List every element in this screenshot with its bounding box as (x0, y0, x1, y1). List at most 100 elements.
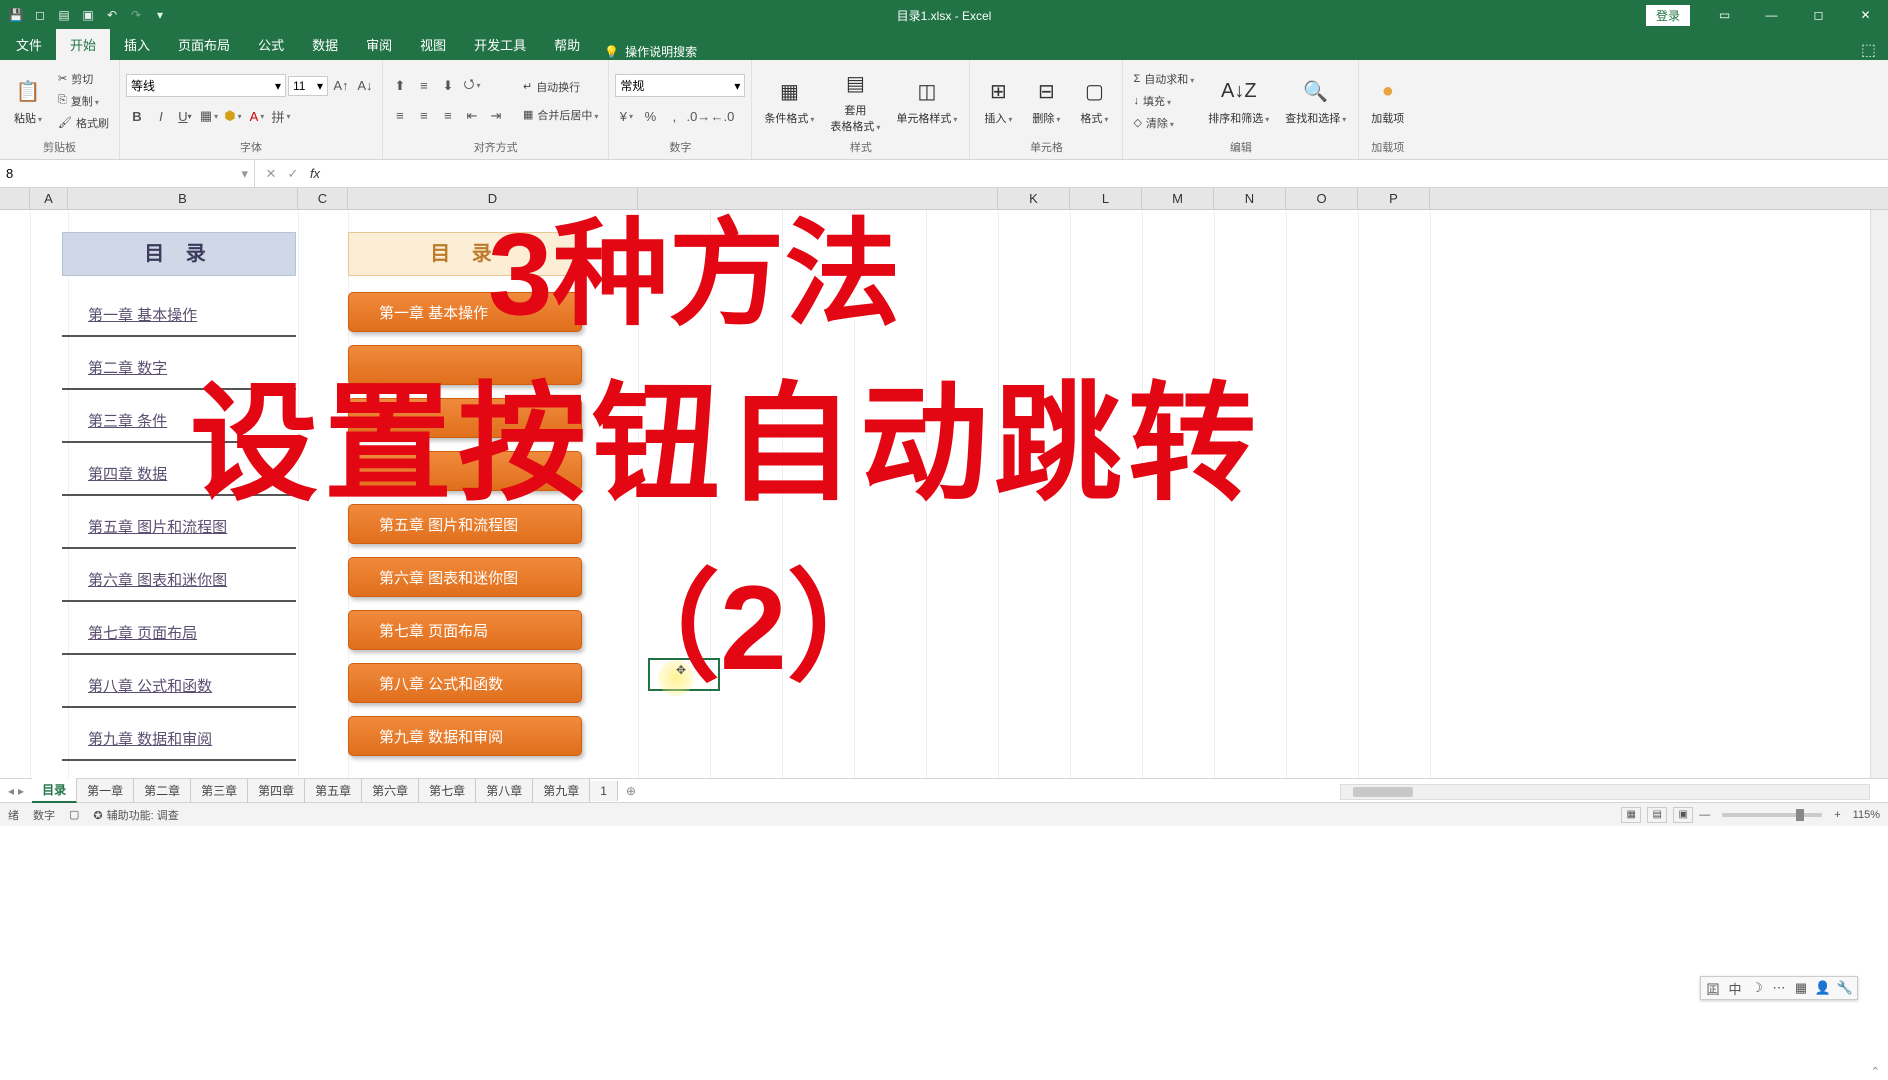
status-macro-icon[interactable]: ▢ (69, 808, 79, 821)
tab-review[interactable]: 审阅 (352, 29, 406, 60)
tab-view[interactable]: 视图 (406, 29, 460, 60)
view-pagelayout-icon[interactable]: ▤ (1647, 807, 1667, 823)
shrink-font-icon[interactable]: A↓ (354, 75, 376, 97)
cancel-icon[interactable]: ✕ (261, 166, 281, 182)
sheet-nav[interactable]: ◂▸ (0, 784, 32, 798)
comma-icon[interactable]: , (663, 105, 685, 127)
tab-insert[interactable]: 插入 (110, 29, 164, 60)
format-cell-button[interactable]: ▢格式 (1072, 74, 1116, 128)
zoom-slider[interactable] (1722, 813, 1822, 817)
qat-dropdown-icon[interactable]: ▾ (152, 7, 168, 23)
shape-ch4[interactable] (348, 451, 582, 491)
name-box[interactable]: 8▾ (0, 160, 255, 187)
indent-inc-icon[interactable]: ⇥ (485, 105, 507, 127)
ft-icon-2[interactable]: ☽ (1749, 980, 1765, 996)
sheet-tab-4[interactable]: 第四章 (248, 779, 305, 802)
shape-ch1[interactable]: 第一章 基本操作 (348, 292, 582, 332)
shape-ch5[interactable]: 第五章 图片和流程图 (348, 504, 582, 544)
link-ch7[interactable]: 第七章 页面布局 (62, 616, 296, 655)
col-B[interactable]: B (68, 188, 298, 209)
redo-icon[interactable]: ↷ (128, 7, 144, 23)
tell-me-search[interactable]: 💡 操作说明搜索 (604, 43, 697, 60)
col-L[interactable]: L (1070, 188, 1142, 209)
link-ch1[interactable]: 第一章 基本操作 (62, 298, 296, 337)
col-N[interactable]: N (1214, 188, 1286, 209)
sheet-tab-2[interactable]: 第二章 (134, 779, 191, 802)
tab-layout[interactable]: 页面布局 (164, 29, 244, 60)
zoom-level[interactable]: 115% (1853, 809, 1880, 821)
fill-color-icon[interactable]: ⬢ (222, 105, 244, 127)
zoom-out-icon[interactable]: — (1699, 809, 1710, 821)
number-format-combo[interactable]: 常规▾ (615, 74, 745, 97)
ft-icon-4[interactable]: ▦ (1793, 980, 1809, 996)
vertical-scrollbar[interactable] (1870, 210, 1888, 778)
undo-icon[interactable]: ↶ (104, 7, 120, 23)
fx-icon[interactable]: fx (305, 166, 325, 181)
view-pagebreak-icon[interactable]: ▣ (1673, 807, 1693, 823)
fill-button[interactable]: ↓填充 (1129, 91, 1198, 111)
close-icon[interactable]: ✕ (1843, 0, 1888, 30)
autosum-button[interactable]: Σ自动求和 (1129, 69, 1198, 89)
select-all-corner[interactable] (0, 188, 30, 209)
collapse-ribbon-icon[interactable]: ⌃ (1871, 1065, 1880, 1078)
font-combo[interactable]: 等线▾ (126, 74, 286, 97)
cut-button[interactable]: ✂剪切 (54, 69, 113, 89)
align-right-icon[interactable]: ≡ (437, 105, 459, 127)
border-icon[interactable]: ▦ (198, 105, 220, 127)
shape-ch8[interactable]: 第八章 公式和函数 (348, 663, 582, 703)
italic-icon[interactable]: I (150, 105, 172, 127)
ft-icon-3[interactable]: ⋯ (1771, 980, 1787, 996)
col-gap[interactable] (638, 188, 998, 209)
col-D[interactable]: D (348, 188, 638, 209)
shape-ch3[interactable] (348, 398, 582, 438)
bold-icon[interactable]: B (126, 105, 148, 127)
cell-style-button[interactable]: ◫单元格样式 (890, 74, 963, 128)
currency-icon[interactable]: ¥ (615, 105, 637, 127)
grid-body[interactable]: 目 录 第一章 基本操作 第二章 数字 第三章 条件 第四章 数据 第五章 图片… (0, 210, 1888, 778)
minimize-icon[interactable]: — (1749, 0, 1794, 30)
underline-icon[interactable]: U▾ (174, 105, 196, 127)
col-K[interactable]: K (998, 188, 1070, 209)
copy-button[interactable]: ⎘复制 (54, 91, 113, 111)
clear-button[interactable]: ◇清除 (1129, 113, 1198, 133)
shape-ch2[interactable] (348, 345, 582, 385)
sheet-tab-extra[interactable]: 1 (590, 781, 618, 801)
font-color-icon[interactable]: A (246, 105, 268, 127)
shape-ch9[interactable]: 第九章 数据和审阅 (348, 716, 582, 756)
cond-format-button[interactable]: ▦条件格式 (758, 74, 820, 128)
tab-data[interactable]: 数据 (298, 29, 352, 60)
new-file-icon[interactable]: ◻ (32, 7, 48, 23)
sheet-tab-1[interactable]: 第一章 (77, 779, 134, 802)
save-icon[interactable]: 💾 (8, 7, 24, 23)
col-M[interactable]: M (1142, 188, 1214, 209)
view-normal-icon[interactable]: ▦ (1621, 807, 1641, 823)
status-access[interactable]: ✪辅助功能: 调查 (93, 807, 178, 823)
align-bot-icon[interactable]: ⬇ (437, 75, 459, 97)
col-C[interactable]: C (298, 188, 348, 209)
sheet-tab-6[interactable]: 第六章 (362, 779, 419, 802)
align-mid-icon[interactable]: ≡ (413, 75, 435, 97)
tab-help[interactable]: 帮助 (540, 29, 594, 60)
align-center-icon[interactable]: ≡ (413, 105, 435, 127)
wrap-button[interactable]: ↵自动换行 (519, 77, 602, 97)
insert-cell-button[interactable]: ⊞插入 (976, 74, 1020, 128)
horizontal-scrollbar[interactable] (1340, 784, 1870, 800)
tab-home[interactable]: 开始 (56, 29, 110, 60)
col-O[interactable]: O (1286, 188, 1358, 209)
grow-font-icon[interactable]: A↑ (330, 75, 352, 97)
sheet-tab-7[interactable]: 第七章 (419, 779, 476, 802)
enter-icon[interactable]: ✓ (283, 166, 303, 182)
link-ch9[interactable]: 第九章 数据和审阅 (62, 722, 296, 761)
add-sheet-icon[interactable]: ⊕ (618, 784, 644, 798)
sheet-tab-5[interactable]: 第五章 (305, 779, 362, 802)
shape-ch6[interactable]: 第六章 图表和迷你图 (348, 557, 582, 597)
sheet-tab-toc[interactable]: 目录 (32, 778, 77, 803)
col-P[interactable]: P (1358, 188, 1430, 209)
percent-icon[interactable]: % (639, 105, 661, 127)
delete-cell-button[interactable]: ⊟删除 (1024, 74, 1068, 128)
ft-icon-6[interactable]: 🔧 (1837, 980, 1853, 996)
ft-icon-0[interactable]: 囸 (1705, 980, 1721, 996)
link-ch5[interactable]: 第五章 图片和流程图 (62, 510, 296, 549)
link-ch4[interactable]: 第四章 数据 (62, 457, 296, 496)
shape-ch7[interactable]: 第七章 页面布局 (348, 610, 582, 650)
